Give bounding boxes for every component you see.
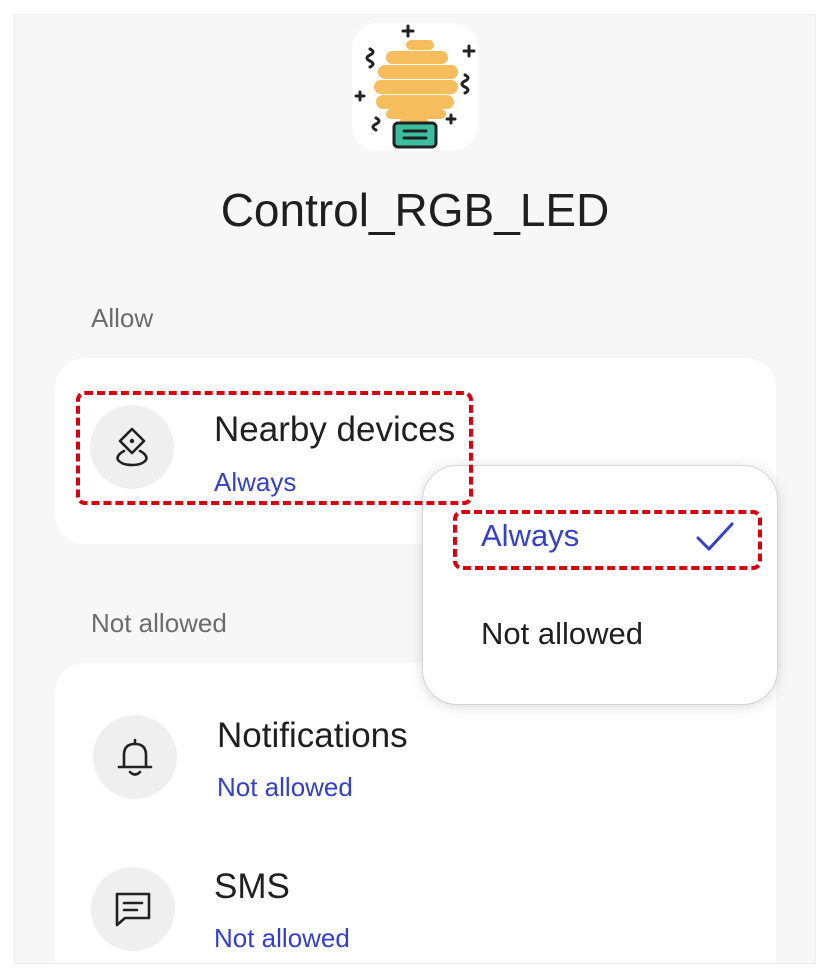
option-not-allowed[interactable]: Not allowed	[423, 604, 777, 668]
option-not-allowed-label: Not allowed	[481, 616, 643, 651]
sms-status: Not allowed	[214, 923, 350, 953]
not-allowed-permissions-card: Notifications Not allowed SMS Not allowe…	[55, 663, 776, 963]
allow-section-header: Allow	[91, 303, 154, 333]
bell-icon	[93, 715, 177, 799]
permission-item-sms[interactable]: SMS Not allowed	[55, 823, 776, 963]
message-icon	[91, 867, 175, 951]
permission-options-popup: Always Not allowed	[423, 466, 777, 704]
notifications-status: Not allowed	[217, 772, 353, 802]
not-allowed-section-header: Not allowed	[91, 608, 227, 638]
sms-title: SMS	[214, 867, 290, 906]
light-bulb-icon	[354, 24, 476, 149]
app-icon	[352, 23, 478, 151]
notifications-title: Notifications	[217, 716, 408, 755]
highlight-nearby-devices	[76, 391, 473, 505]
permissions-screen: Control_RGB_LED Allow Nearby devices Alw…	[15, 15, 815, 963]
highlight-option-always	[453, 510, 762, 570]
app-title: Control_RGB_LED	[220, 184, 610, 236]
